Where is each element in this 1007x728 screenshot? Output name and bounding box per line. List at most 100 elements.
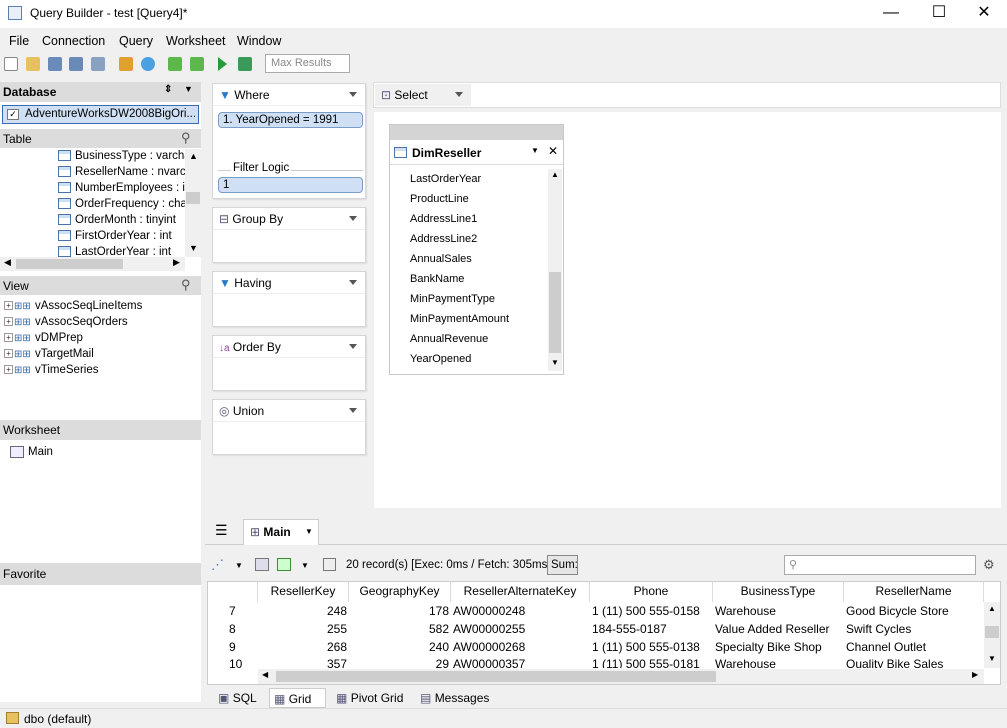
tab-pivot-grid[interactable]: ▦ Pivot Grid	[332, 688, 407, 708]
grid-cell[interactable]: Value Added Reseller	[715, 620, 844, 638]
run-icon[interactable]	[218, 57, 227, 71]
tab-messages[interactable]: ▤ Messages	[416, 688, 493, 708]
expand-icon[interactable]: +	[4, 349, 13, 359]
table-field[interactable]: AnnualSales	[410, 253, 472, 265]
tree-column-item[interactable]: BusinessType : varcha	[58, 150, 185, 162]
connect-icon[interactable]	[119, 57, 133, 71]
scroll-thumb[interactable]	[16, 259, 123, 269]
tree-column-item[interactable]: ResellerName : nvarch	[58, 166, 185, 178]
max-results-input[interactable]: Max Results	[265, 54, 350, 73]
view-item[interactable]: + ⊞⊞ vDMPrep	[4, 332, 83, 344]
chevron-down-icon[interactable]: ▼	[301, 561, 309, 570]
chevron-down-icon[interactable]	[349, 280, 357, 285]
expand-icon[interactable]: +	[4, 317, 13, 327]
run-check-icon[interactable]	[238, 57, 252, 71]
chevron-down-icon[interactable]	[349, 408, 357, 413]
sum-button[interactable]: Sum:	[547, 555, 578, 575]
table-hscrollbar[interactable]: ◀ ▶	[0, 257, 185, 271]
table-vscrollbar[interactable]: ▲ ▼	[185, 149, 201, 257]
grid-cell[interactable]: 29	[349, 656, 449, 668]
excel-icon[interactable]	[277, 558, 291, 571]
grid-cell[interactable]: 582	[349, 620, 449, 638]
save-all-icon[interactable]	[91, 57, 105, 71]
grid-cell[interactable]: 178	[349, 602, 449, 620]
order-by-header[interactable]: ↓a Order By	[213, 336, 365, 358]
column-header[interactable]: ResellerKey	[258, 582, 349, 602]
chart-icon[interactable]: ⋰	[211, 557, 224, 573]
close-icon[interactable]: ✕	[548, 144, 558, 158]
close-button[interactable]: ✕	[961, 0, 1007, 28]
add-table-icon[interactable]	[168, 57, 182, 71]
column-header[interactable]: ResellerName	[844, 582, 984, 602]
scroll-thumb[interactable]	[549, 272, 561, 353]
scroll-left-icon[interactable]: ◀	[262, 670, 268, 679]
export-icon[interactable]	[255, 558, 269, 571]
grid-cell[interactable]: Specialty Bike Shop	[715, 638, 844, 656]
search-icon[interactable]: ⚲	[181, 130, 191, 146]
view-item[interactable]: + ⊞⊞ vTimeSeries	[4, 364, 98, 376]
column-header[interactable]: Phone	[590, 582, 713, 602]
filter-logic-input[interactable]: 1	[218, 177, 363, 193]
column-header[interactable]: GeographyKey	[349, 582, 451, 602]
chevron-down-icon[interactable]: ▼	[235, 561, 243, 570]
scroll-down-icon[interactable]: ▼	[988, 654, 996, 663]
sort-icon[interactable]: ⇕	[164, 84, 172, 95]
tab-sql[interactable]: ▣ SQL	[214, 688, 261, 708]
table-card-drag-bar[interactable]	[390, 125, 563, 140]
grid-cell[interactable]: 357	[258, 656, 347, 668]
grid-cell[interactable]: 184-555-0187	[592, 620, 713, 638]
table-field[interactable]: AddressLine2	[410, 233, 477, 245]
grid-cell[interactable]: 1 (11) 500 555-0181	[592, 656, 713, 668]
search-icon[interactable]: ⚲	[181, 277, 191, 293]
save-as-icon[interactable]	[69, 57, 83, 71]
scroll-right-icon[interactable]: ▶	[972, 670, 978, 679]
worksheet-item-main[interactable]: Main	[10, 446, 53, 458]
table-field[interactable]: YearOpened	[410, 353, 471, 365]
grid-cell[interactable]: 1 (11) 500 555-0158	[592, 602, 713, 620]
chevron-down-icon[interactable]	[349, 216, 357, 221]
menu-query[interactable]: Query	[119, 34, 153, 48]
expand-icon[interactable]: +	[4, 301, 13, 311]
save-icon[interactable]	[48, 57, 62, 71]
tab-grid[interactable]: ▦ Grid	[269, 688, 326, 708]
grid-cell[interactable]: Warehouse	[715, 602, 844, 620]
add-join-icon[interactable]	[190, 57, 204, 71]
table-card-dimreseller[interactable]: DimReseller ▼ ✕ LastOrderYear ProductLin…	[389, 124, 564, 375]
chevron-down-icon[interactable]	[455, 92, 463, 97]
grid-cell[interactable]: Channel Outlet	[846, 638, 984, 656]
expand-icon[interactable]: +	[4, 365, 13, 375]
settings-icon[interactable]: ⚙	[983, 557, 995, 573]
menu-file[interactable]: File	[9, 34, 29, 48]
chevron-down-icon[interactable]	[349, 92, 357, 97]
table-field[interactable]: ProductLine	[410, 193, 469, 205]
grid-cell[interactable]: Good Bicycle Store	[846, 602, 984, 620]
scroll-down-icon[interactable]: ▼	[189, 243, 198, 253]
table-field[interactable]: MinPaymentType	[410, 293, 495, 305]
grid-cell[interactable]: AW00000268	[453, 638, 590, 656]
table-field[interactable]: MinPaymentAmount	[410, 313, 509, 325]
grid-hscrollbar[interactable]: ◀ ▶	[258, 669, 984, 684]
where-header[interactable]: ▼ Where	[213, 84, 365, 106]
view-item[interactable]: + ⊞⊞ vTargetMail	[4, 348, 94, 360]
copy-icon[interactable]	[323, 558, 336, 571]
menu-icon[interactable]: ☰	[215, 522, 228, 539]
table-field[interactable]: AddressLine1	[410, 213, 477, 225]
grid-cell[interactable]: 268	[258, 638, 347, 656]
grid-cell[interactable]: AW00000255	[453, 620, 590, 638]
grid-cell[interactable]: Warehouse	[715, 656, 844, 668]
refresh-icon[interactable]	[141, 57, 155, 71]
table-field[interactable]: BankName	[410, 273, 464, 285]
expand-icon[interactable]: +	[4, 333, 13, 343]
chevron-down-icon[interactable]: ▼	[531, 146, 539, 155]
union-header[interactable]: ◎ Union	[213, 400, 365, 422]
new-icon[interactable]	[4, 57, 18, 71]
open-folder-icon[interactable]	[26, 57, 40, 71]
grid-cell[interactable]: 1 (11) 500 555-0138	[592, 638, 713, 656]
database-selector[interactable]: ✓ AdventureWorksDW2008BigOri...	[2, 105, 199, 124]
grid-vscrollbar[interactable]: ▲ ▼	[984, 602, 1000, 668]
table-field[interactable]: LastOrderYear	[410, 173, 481, 185]
scroll-up-icon[interactable]: ▲	[551, 170, 559, 179]
view-item[interactable]: + ⊞⊞ vAssocSeqOrders	[4, 316, 128, 328]
scroll-up-icon[interactable]: ▲	[988, 604, 996, 613]
select-dropdown[interactable]: ⊡ Select	[375, 84, 471, 106]
